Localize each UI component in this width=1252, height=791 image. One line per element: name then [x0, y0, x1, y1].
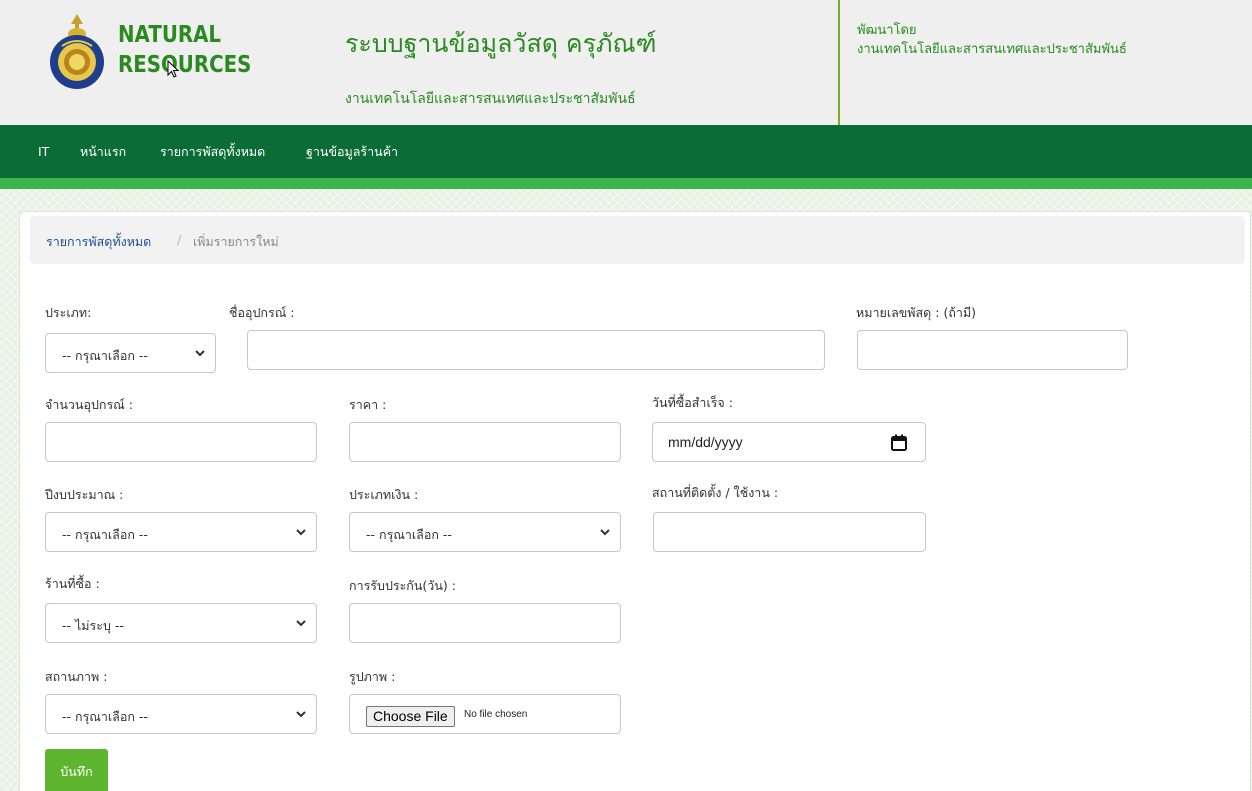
item-name-label: ชื่ออุปกรณ์ :: [229, 305, 295, 320]
money-type-select[interactable]: -- กรุณาเลือก --: [349, 512, 621, 552]
chevron-down-icon: [296, 529, 306, 536]
type-select[interactable]: -- กรุณาเลือก --: [45, 333, 216, 373]
date-placeholder: mm/dd/yyyy: [668, 434, 743, 450]
header-divider: [838, 0, 840, 125]
warranty-input[interactable]: [349, 603, 621, 643]
item-number-label: หมายเลขพัสดุ : (ถ้ามี): [856, 305, 977, 320]
brand-line-1: NATURAL: [118, 22, 222, 48]
nav-item-shop-database[interactable]: ฐานข้อมูลร้านค้า: [306, 125, 398, 178]
warranty-label: การรับประกัน(วัน) :: [349, 578, 456, 593]
fiscal-year-select[interactable]: -- กรุณาเลือก --: [45, 512, 317, 552]
nav-item-all-supplies[interactable]: รายการพัสดุทั้งหมด: [160, 125, 265, 178]
nav-accent-strip: [0, 178, 1252, 189]
header: NATURAL RESOURCES ระบบฐานข้อมูลวัสดุ ครุ…: [0, 0, 1252, 125]
shop-label: ร้านที่ซื้อ :: [45, 576, 100, 591]
chevron-down-icon: [600, 529, 610, 536]
brand-line-2: RESOURCES: [118, 52, 252, 78]
university-seal-icon: [50, 14, 104, 89]
system-title: ระบบฐานข้อมูลวัสดุ ครุภัณฑ์: [345, 29, 657, 58]
status-select-value: -- กรุณาเลือก --: [62, 709, 148, 724]
developed-by-label: พัฒนาโดย: [857, 23, 917, 38]
nav-item-home[interactable]: หน้าแรก: [80, 125, 126, 178]
calendar-icon[interactable]: [891, 434, 907, 451]
type-select-value: -- กรุณาเลือก --: [62, 348, 148, 363]
type-label: ประเภท:: [45, 305, 92, 320]
breadcrumb-separator: /: [177, 232, 182, 247]
main-nav: IT หน้าแรก รายการพัสดุทั้งหมด ฐานข้อมูลร…: [0, 125, 1252, 178]
money-type-select-value: -- กรุณาเลือก --: [366, 527, 452, 542]
price-input[interactable]: [349, 422, 621, 462]
nav-item-it[interactable]: IT: [38, 125, 49, 178]
item-name-input[interactable]: [247, 330, 825, 370]
location-input[interactable]: [653, 512, 926, 552]
money-type-label: ประเภทเงิน :: [349, 487, 419, 502]
status-label: สถานภาพ :: [45, 669, 108, 684]
chevron-down-icon: [296, 711, 306, 718]
breadcrumb-link-all-supplies[interactable]: รายการพัสดุทั้งหมด: [46, 232, 151, 252]
chevron-down-icon: [195, 350, 205, 357]
fiscal-year-label: ปีงบประมาณ :: [45, 487, 124, 502]
developed-by-name: งานเทคโนโลยีและสารสนเทศและประชาสัมพันธ์: [857, 42, 1127, 57]
chevron-down-icon: [296, 620, 306, 627]
system-subtitle: งานเทคโนโลยีและสารสนเทศและประชาสัมพันธ์: [345, 91, 636, 107]
brand-wordmark: NATURAL RESOURCES: [118, 20, 251, 80]
content-card: รายการพัสดุทั้งหมด / เพิ่มรายการใหม่ ประ…: [19, 211, 1251, 791]
breadcrumb-current: เพิ่มรายการใหม่: [193, 234, 279, 249]
image-file-input[interactable]: Choose File No file chosen: [349, 694, 621, 734]
item-number-input[interactable]: [857, 330, 1128, 370]
price-label: ราคา :: [349, 397, 387, 412]
purchase-date-input[interactable]: mm/dd/yyyy: [652, 422, 926, 462]
file-status-text: No file chosen: [464, 709, 528, 720]
breadcrumb: รายการพัสดุทั้งหมด / เพิ่มรายการใหม่: [30, 216, 1245, 264]
save-button[interactable]: บันทึก: [45, 749, 108, 791]
choose-file-button[interactable]: Choose File: [366, 706, 455, 727]
location-label: สถานที่ติดตั้ง / ใช้งาน :: [652, 485, 779, 500]
quantity-label: จำนวนอุปกรณ์ :: [45, 397, 133, 412]
quantity-input[interactable]: [45, 422, 317, 462]
mouse-pointer-icon: [167, 60, 179, 78]
purchase-date-label: วันที่ซื้อสำเร็จ :: [652, 395, 733, 410]
shop-select-value: -- ไม่ระบุ --: [62, 618, 124, 633]
shop-select[interactable]: -- ไม่ระบุ --: [45, 603, 317, 643]
image-label: รูปภาพ :: [349, 669, 396, 684]
status-select[interactable]: -- กรุณาเลือก --: [45, 694, 317, 734]
fiscal-year-select-value: -- กรุณาเลือก --: [62, 527, 148, 542]
